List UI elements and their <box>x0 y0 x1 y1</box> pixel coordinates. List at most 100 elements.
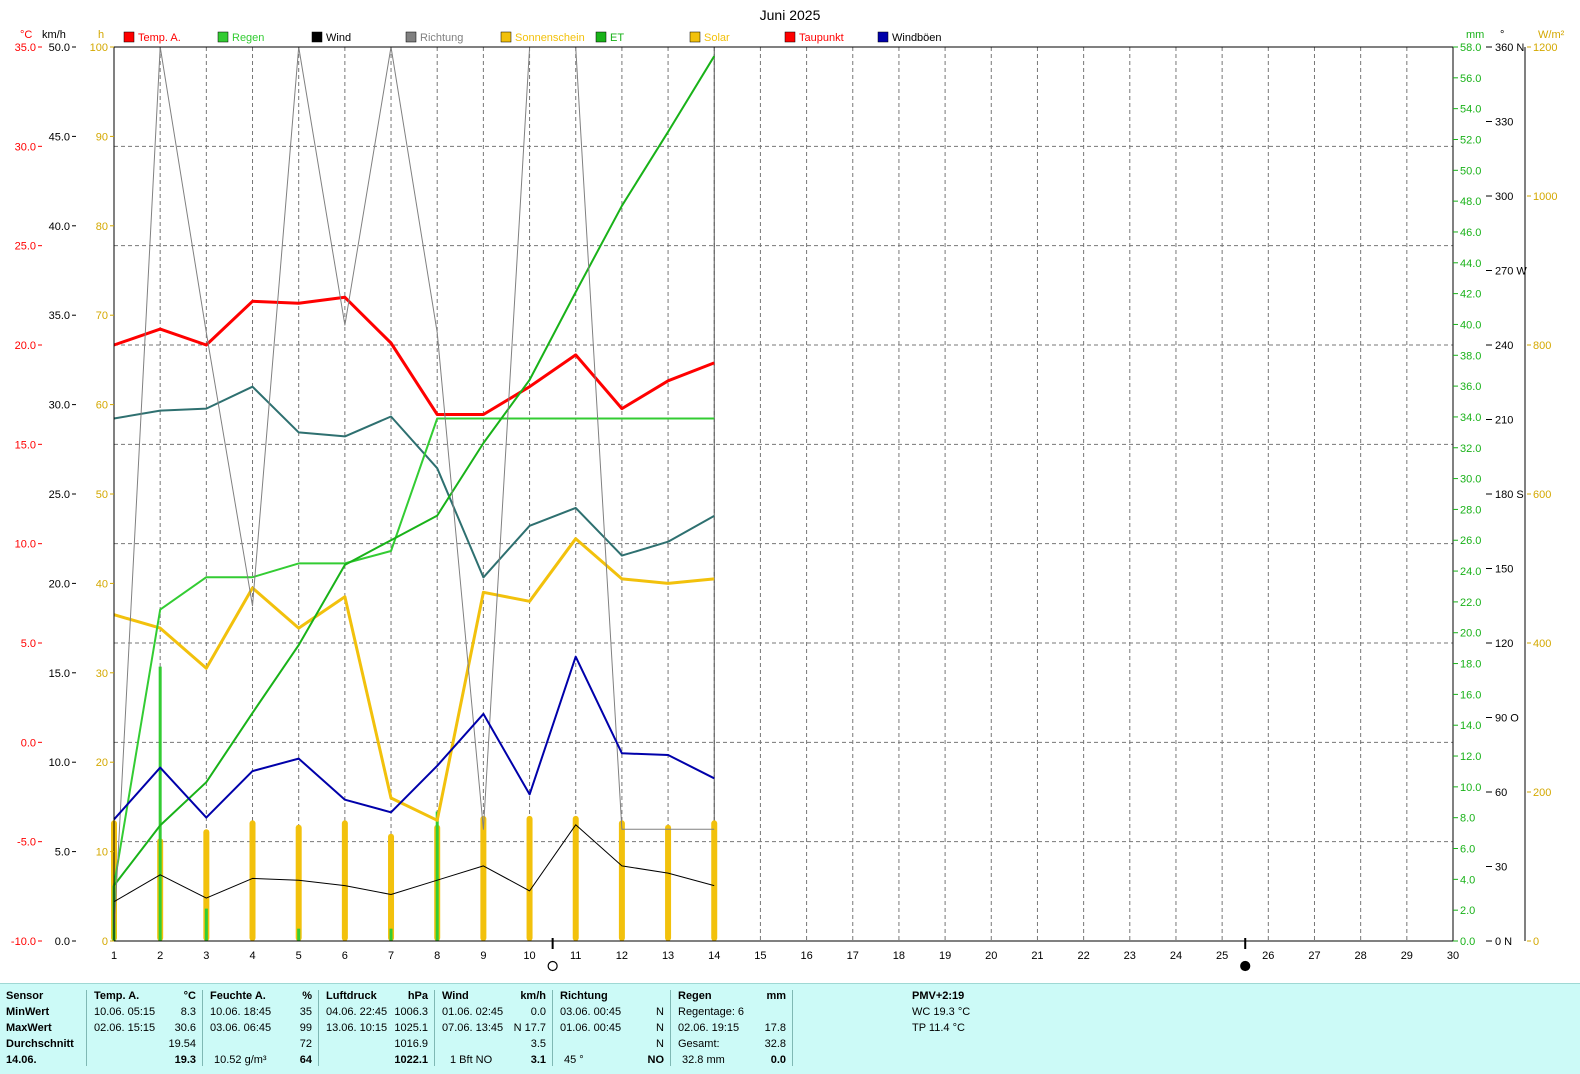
temp-current: 19.3 <box>174 1054 196 1066</box>
wind-max-val: N 17.7 <box>513 1022 546 1034</box>
pressure-max-val: 1025.1 <box>394 1022 428 1034</box>
tick-label-temp: 15.0 <box>15 439 36 451</box>
stats-temp: Temp. A. °C 10.06. 05:15 8.3 02.06. 15:15 3… <box>90 990 203 1066</box>
humidity-min-time: 10.06. 18:45 <box>210 1006 272 1018</box>
tick-label-rain: 56.0 <box>1460 73 1481 85</box>
temp-unit: °C <box>183 990 196 1002</box>
tick-label-wind: 15.0 <box>49 668 70 680</box>
tick-label-solar: 1000 <box>1533 191 1557 203</box>
tick-label-day: 26 <box>1262 950 1274 962</box>
unit-solar: W/m² <box>1538 29 1565 41</box>
legend-swatch <box>689 31 701 43</box>
tick-label-day: 2 <box>157 950 163 962</box>
new-moon-icon <box>1240 960 1251 972</box>
tick-label-direction: 300 <box>1495 191 1513 203</box>
tick-label-rain: 22.0 <box>1460 597 1481 609</box>
rain-current: 0.0 <box>770 1054 786 1066</box>
temp-min-time: 10.06. 05:15 <box>94 1006 156 1018</box>
bar-regen <box>389 928 393 941</box>
bar-regen <box>297 928 301 941</box>
tick-label-day: 29 <box>1401 950 1413 962</box>
tick-label-day: 13 <box>662 950 674 962</box>
legend-label: Taupunkt <box>799 32 844 44</box>
tick-label-rain: 8.0 <box>1460 813 1475 825</box>
humidity-avg: 72 <box>299 1038 312 1050</box>
tick-label-day: 18 <box>893 950 905 962</box>
tick-label-direction: 30 <box>1495 862 1507 874</box>
tick-label-day: 16 <box>800 950 812 962</box>
legend-label: Windböen <box>892 32 942 44</box>
full-moon-icon <box>547 960 558 972</box>
tick-label-solar: 400 <box>1533 638 1551 650</box>
tick-label-day: 22 <box>1077 950 1089 962</box>
legend-label: Regen <box>232 32 264 44</box>
tick-label-rain: 46.0 <box>1460 227 1481 239</box>
tick-label-day: 9 <box>480 950 486 962</box>
bar-sonnenschein <box>618 820 625 941</box>
rain-max-time: 02.06. 19:15 <box>678 1022 740 1034</box>
tick-label-day: 12 <box>616 950 628 962</box>
bar-sonnenschein <box>388 833 395 941</box>
legend-swatch <box>217 31 229 43</box>
tick-label-rain: 38.0 <box>1460 350 1481 362</box>
tick-label-wind: 40.0 <box>49 221 70 233</box>
humidity-max-val: 99 <box>299 1022 312 1034</box>
tick-label-day: 8 <box>434 950 440 962</box>
pressure-title: Luftdruck <box>326 990 377 1002</box>
rain-days: Regentage: 6 <box>678 1006 745 1018</box>
rain-unit: mm <box>766 990 786 1002</box>
tick-label-rain: 32.0 <box>1460 443 1481 455</box>
tick-label-solar: 0 <box>1533 936 1539 948</box>
tick-label-hours: 60 <box>96 400 108 412</box>
pressure-avg: 1016.9 <box>394 1038 428 1050</box>
tick-label-day: 28 <box>1355 950 1367 962</box>
tick-label-direction: 0 N <box>1495 936 1512 948</box>
tick-label-hours: 70 <box>96 310 108 322</box>
temp-title: Temp. A. <box>94 990 140 1002</box>
tick-label-day: 23 <box>1124 950 1136 962</box>
tick-label-hours: 0 <box>102 936 108 948</box>
bar-sonnenschein <box>480 815 487 941</box>
chart-legend: Temp. A. Regen Wind Richtung Sonnenschein ET S… <box>123 31 942 44</box>
tick-label-rain: 58.0 <box>1460 42 1481 54</box>
tick-label-rain: 30.0 <box>1460 474 1481 486</box>
tick-label-rain: 40.0 <box>1460 319 1481 331</box>
legend-swatch <box>311 31 323 43</box>
tick-label-rain: 28.0 <box>1460 504 1481 516</box>
unit-hours: h <box>98 29 104 41</box>
bar-sonnenschein <box>249 820 256 941</box>
tick-label-rain: 26.0 <box>1460 535 1481 547</box>
direction-max-time: 01.06. 00:45 <box>560 1022 622 1034</box>
tick-label-direction: 90 O <box>1495 713 1519 725</box>
tick-label-rain: 48.0 <box>1460 196 1481 208</box>
direction-max-val: N <box>656 1022 664 1034</box>
legend-label: Wind <box>326 32 351 44</box>
stats-humidity: Feuchte A.% 10.06. 18:45 35 03.06. 06:45 9… <box>206 990 319 1066</box>
humidity-max-time: 03.06. 06:45 <box>210 1022 272 1034</box>
tick-label-day: 20 <box>985 950 997 962</box>
dewpoint-value: TP 11.4 °C <box>912 1022 965 1034</box>
tick-label-day: 1 <box>111 950 117 962</box>
chart-title: Juni 2025 <box>760 7 821 23</box>
bar-sonnenschein <box>572 815 579 941</box>
wind-avg: 3.5 <box>530 1038 546 1050</box>
tick-label-temp: -5.0 <box>17 837 36 849</box>
tick-label-rain: 18.0 <box>1460 659 1481 671</box>
label-min: MinWert <box>6 1006 50 1018</box>
tick-label-temp: -10.0 <box>11 936 36 948</box>
tick-label-rain: 24.0 <box>1460 566 1481 578</box>
stats-labels: Sensor MinWert MaxWert Durchschnitt 14.0… <box>6 990 87 1066</box>
tick-label-day: 5 <box>296 950 302 962</box>
humidity-current: 64 <box>299 1054 312 1066</box>
stats-wind: Wind km/h 01.06. 02:45 0.0 07.06. 13:45 N 1… <box>438 990 553 1066</box>
unit-wind: km/h <box>42 29 66 41</box>
plot-area <box>114 47 1453 941</box>
tick-label-day: 30 <box>1447 950 1459 962</box>
tick-label-day: 24 <box>1170 950 1182 962</box>
tick-label-day: 19 <box>939 950 951 962</box>
temp-max-time: 02.06. 15:15 <box>94 1022 156 1034</box>
pmv-value: PMV+2:19 <box>912 990 965 1002</box>
tick-label-solar: 600 <box>1533 489 1551 501</box>
tick-label-hours: 50 <box>96 489 108 501</box>
humidity-unit: % <box>302 990 312 1002</box>
